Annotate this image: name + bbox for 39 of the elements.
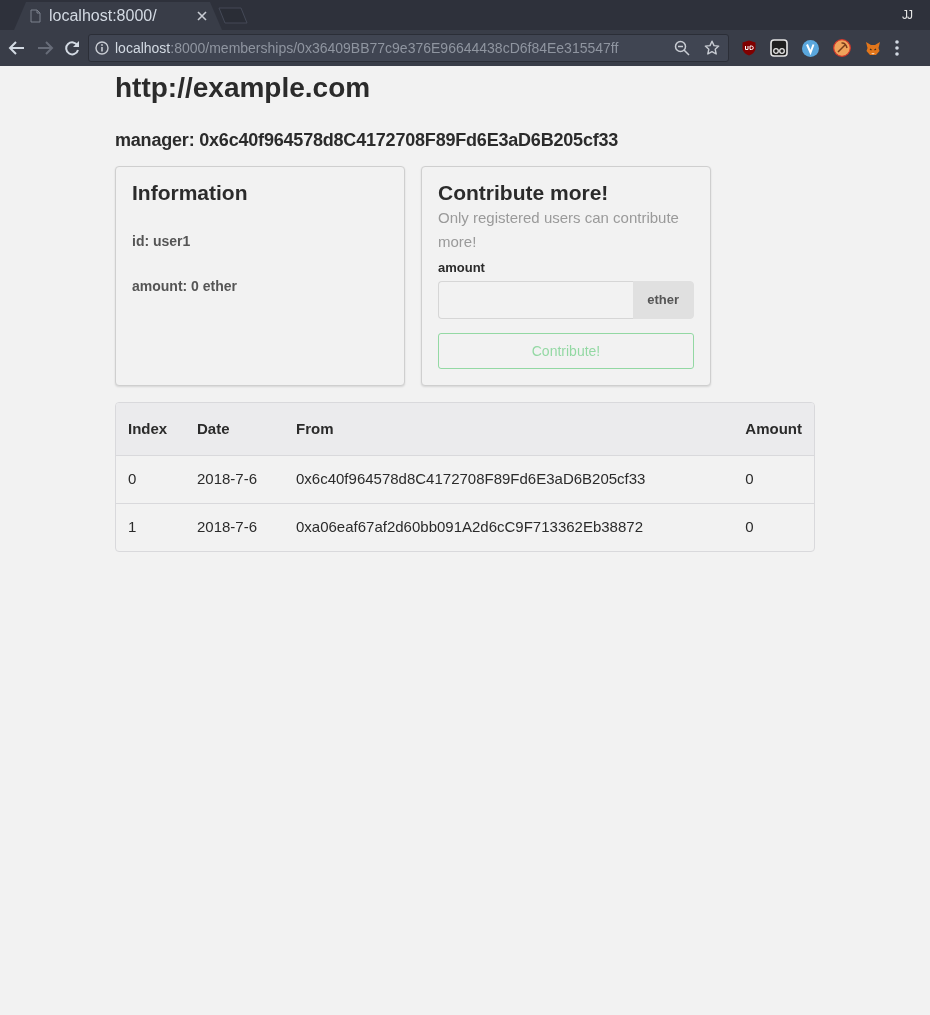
star-icon[interactable] [704,40,720,56]
card-title: Information [132,180,249,206]
table-cell: 0 [733,455,814,503]
table-cell: 1 [116,503,185,551]
table-cell: 0 [116,455,185,503]
table-cell: 0 [733,503,814,551]
column-header: From [284,403,734,455]
v-logo-icon[interactable] [802,39,819,57]
page-icon [30,9,41,23]
url-text: localhost:8000/memberships/0x36409BB77c9e376E96644438cD6f84Ee315547ff [115,38,619,58]
shield-icon[interactable] [742,40,756,56]
unit-label: ether [632,281,694,319]
menu-icon[interactable] [895,40,899,56]
amount-input[interactable] [438,281,634,319]
close-icon[interactable] [197,11,207,21]
column-header: Index [116,403,185,455]
table-cell: 2018-7-6 [185,503,284,551]
square-circles-icon[interactable] [770,39,788,57]
profile-name[interactable]: JJ [902,6,912,24]
page-title: http://example.com [115,71,372,105]
card-title: Contribute more! [438,180,610,206]
fox-icon[interactable] [865,40,881,56]
reload-icon[interactable] [64,40,80,56]
notice-text: Only registered users can contribute more! [438,208,680,252]
table-cell: 0x6c40f964578d8C4172708F89Fd6E3aD6B205cf33 [284,455,734,503]
table-cell: 0xa06eaf67af2d60bb091A2d6cC9F713362Eb38872 [284,503,734,551]
field-label: amount [438,259,486,277]
column-header: Amount [733,403,814,455]
table-cell: 2018-7-6 [185,455,284,503]
info-text: amount: 0 ether [132,277,238,296]
column-header: Date [185,403,284,455]
manager-address: manager: 0x6c40f964578d8C4172708F89Fd6E3aD6B205cf33 [115,129,620,152]
address-bar[interactable]: localhost:8000/memberships/0x36409BB77c9e376E96644438cD6f84Ee315547ff [88,34,729,62]
info-icon[interactable] [95,41,109,55]
info-text: id: user1 [132,232,192,251]
pickaxe-icon[interactable] [833,39,851,57]
browser-tab[interactable]: localhost:8000/ [14,2,222,30]
zoom-out-icon[interactable] [674,40,690,56]
back-icon[interactable] [8,39,26,57]
